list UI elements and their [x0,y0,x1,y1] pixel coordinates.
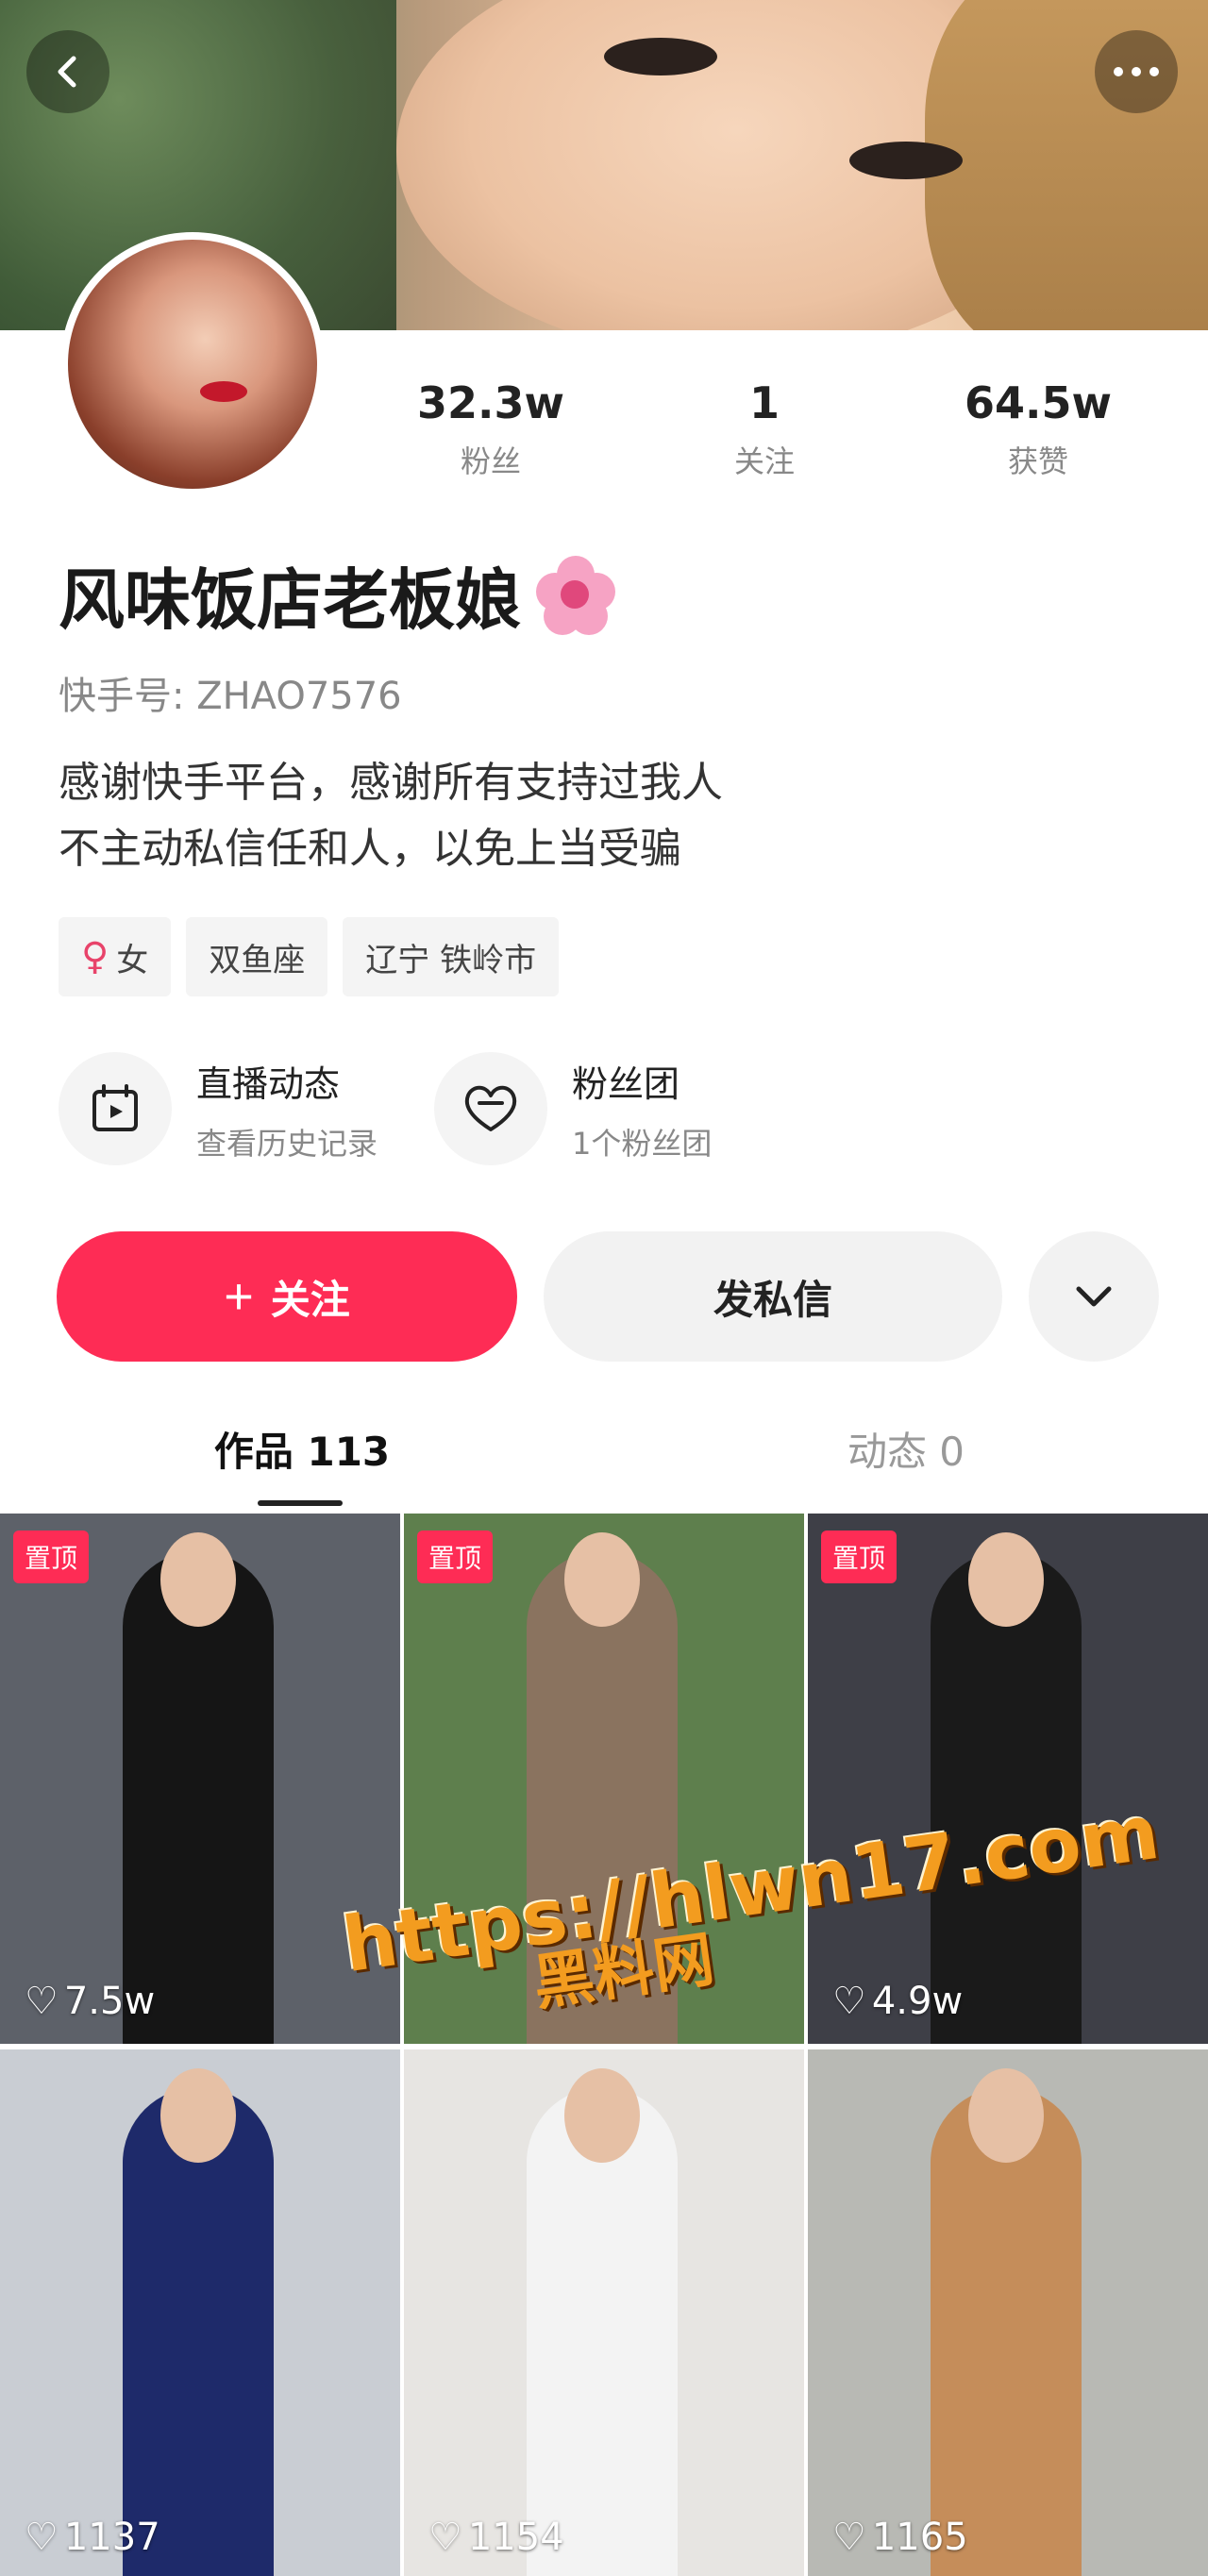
fan-club-title: 粉丝团 [572,1062,680,1105]
tag-list: ♀ 女 双鱼座 辽宁 铁岭市 [59,917,560,996]
feature-entries: 直播动态 查看历史记录 粉丝团 1个粉丝团 [59,1052,712,1165]
stat-fans-value: 32.3w [417,377,564,428]
like-count: ♡ 7.5w [25,1980,155,2023]
tag-zodiac: 双鱼座 [186,917,328,996]
avatar[interactable] [60,232,325,496]
fan-club-entry[interactable]: 粉丝团 1个粉丝团 [434,1052,712,1165]
more-dots-icon [1114,67,1159,76]
stat-following[interactable]: 1 关注 [651,377,878,481]
watermark: https://hlwn17.com 黑料网 [338,1788,1165,2019]
live-history-subtitle: 查看历史记录 [196,1125,378,1162]
avatar-lips [200,381,247,402]
cherry-blossom-icon [532,552,619,639]
thumbnail-head [968,1532,1044,1627]
plus-icon: + [224,1268,254,1325]
stat-likes[interactable]: 64.5w 获赞 [925,377,1151,481]
like-count: ♡ 1165 [832,2516,968,2559]
heart-outline-icon [434,1052,548,1165]
stat-likes-value: 64.5w [965,377,1112,428]
user-id: 快手号: ZHAO7576 [59,675,402,718]
like-count: ♡ 1137 [25,2516,160,2559]
like-count-value: 1154 [467,2516,564,2559]
follow-label: 关注 [270,1277,350,1322]
like-count-value: 1137 [63,2516,160,2559]
live-history-title: 直播动态 [196,1062,341,1105]
stat-following-label: 关注 [733,443,795,479]
content-tabs: 作品 113 动态 0 [0,1420,1208,1505]
pinned-badge: 置顶 [417,1531,494,1583]
calendar-play-icon [59,1052,172,1165]
tag-gender-label: 女 [116,941,149,979]
action-bar: + 关注 发私信 [57,1231,1159,1362]
heart-icon: ♡ [25,1980,59,2023]
stat-following-value: 1 [748,377,780,428]
heart-icon: ♡ [25,2516,59,2559]
thumbnail-head [564,1532,640,1627]
live-history-entry[interactable]: 直播动态 查看历史记录 [59,1052,378,1165]
stats-row: 32.3w 粉丝 1 关注 64.5w 获赞 [378,377,1151,481]
chevron-left-icon [58,56,76,88]
video-thumbnail[interactable]: ♡ 1137 [0,2049,400,2576]
tab-indicator [258,1500,343,1506]
thumbnail-head [160,1532,236,1627]
heart-icon: ♡ [832,2516,866,2559]
nickname: 风味饭店老板娘 [59,547,619,643]
thumbnail-head [564,2068,640,2163]
stat-fans-label: 粉丝 [460,443,521,479]
tag-gender: ♀ 女 [59,917,172,996]
cover-eye-right [849,142,963,179]
heart-icon: ♡ [428,2516,462,2559]
expand-button[interactable] [1029,1231,1159,1362]
video-thumbnail[interactable]: ♡ 1154 [404,2049,804,2576]
fan-club-subtitle: 1个粉丝团 [572,1125,713,1162]
tab-works[interactable]: 作品 113 [0,1420,604,1505]
cover-eye-left [604,38,717,75]
thumbnail-head [968,2068,1044,2163]
message-button[interactable]: 发私信 [544,1231,1002,1362]
bio-line-2: 不主动私信任和人，以免上当受骗 [59,825,681,873]
tab-moments[interactable]: 动态 0 [604,1420,1208,1505]
thumbnail-head [160,2068,236,2163]
like-count-value: 1165 [871,2516,968,2559]
like-count-value: 7.5w [63,1980,156,2023]
video-grid: 置顶 ♡ 7.5w 置顶 置顶 ♡ 4.9w ♡ 1137 ♡ 1154 ♡ 1165 [0,1514,1208,2576]
bio: 感谢快手平台，感谢所有支持过我人 不主动私信任和人，以免上当受骗 [59,750,723,882]
chevron-down-icon [1076,1286,1112,1307]
back-button[interactable] [26,30,109,113]
pinned-badge: 置顶 [821,1531,898,1583]
more-button[interactable] [1095,30,1178,113]
tag-location: 辽宁 铁岭市 [343,917,560,996]
bio-line-1: 感谢快手平台，感谢所有支持过我人 [59,759,723,807]
female-icon: ♀ [81,935,109,979]
pinned-badge: 置顶 [13,1531,90,1583]
nickname-text: 风味饭店老板娘 [59,561,521,639]
stat-fans[interactable]: 32.3w 粉丝 [378,377,604,481]
like-count: ♡ 1154 [428,2516,564,2559]
stat-likes-label: 获赞 [1007,443,1068,479]
video-thumbnail[interactable]: ♡ 1165 [808,2049,1208,2576]
follow-button[interactable]: + 关注 [57,1231,517,1362]
